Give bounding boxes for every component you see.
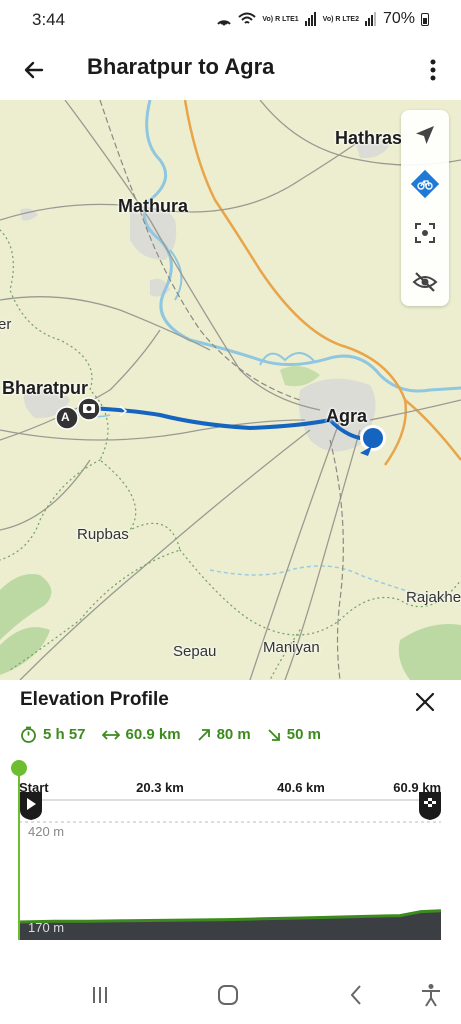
map-label-sepau: Sepau bbox=[173, 643, 217, 660]
system-back-button[interactable] bbox=[342, 982, 370, 1008]
map-label-mathura: Mathura bbox=[118, 196, 189, 216]
hide-overlay-button[interactable] bbox=[401, 257, 449, 306]
fit-route-button[interactable] bbox=[401, 208, 449, 257]
route-stats: 5 h 57 60.9 km 80 m 50 m bbox=[20, 726, 321, 743]
lte1-label: Vo) R LTE1 bbox=[262, 15, 299, 23]
status-time: 3:44 bbox=[32, 10, 66, 29]
battery-percent: 70% bbox=[382, 10, 415, 27]
accessibility-button[interactable] bbox=[417, 982, 445, 1008]
accessibility-icon bbox=[422, 984, 440, 1007]
map-label-rajakhe: Rajakhe bbox=[406, 589, 461, 606]
arrow-down-right-icon bbox=[268, 728, 280, 741]
axis-label-20km: 20.3 km bbox=[136, 780, 184, 795]
page-title: Bharatpur to Agra bbox=[87, 54, 275, 79]
start-marker-label: A bbox=[61, 410, 70, 424]
distance-arrows-icon bbox=[101, 729, 120, 740]
map-label-bharatpur: Bharatpur bbox=[2, 378, 89, 398]
start-flag-icon bbox=[20, 792, 42, 820]
route-map[interactable]: er Hathras Mathura Bharatpur Agra Rupbas… bbox=[0, 100, 461, 680]
map-type-button[interactable] bbox=[401, 159, 449, 208]
home-button[interactable] bbox=[214, 982, 242, 1008]
map-label-maniyan: Maniyan bbox=[263, 639, 320, 656]
chevron-left-icon bbox=[350, 985, 361, 1005]
back-button[interactable] bbox=[18, 54, 50, 86]
close-button[interactable] bbox=[411, 688, 439, 716]
timer-icon bbox=[21, 726, 36, 743]
map-label-er: er bbox=[0, 316, 12, 333]
signal-icon bbox=[364, 12, 376, 26]
close-icon bbox=[415, 692, 435, 712]
system-nav-bar bbox=[0, 964, 461, 1024]
elevation-title: Elevation Profile bbox=[20, 689, 169, 710]
map-label-hathras: Hathras bbox=[335, 128, 403, 148]
distance-value: 60.9 km bbox=[125, 726, 181, 743]
min-elevation-label: 170 m bbox=[28, 920, 64, 935]
ascent-stat: 80 m bbox=[197, 726, 251, 743]
status-bar: 3:44 Vo) R LTE1 Vo) R LTE2 70% bbox=[0, 0, 461, 40]
elevation-chart[interactable]: Start 20.3 km 40.6 km 60.9 km 420 m 170 … bbox=[0, 760, 461, 964]
map-controls bbox=[401, 110, 449, 306]
hotspot-icon bbox=[217, 20, 232, 26]
signal-icon bbox=[304, 12, 316, 26]
duration-value: 5 h 57 bbox=[43, 726, 86, 743]
ascent-value: 80 m bbox=[216, 726, 251, 743]
descent-stat: 50 m bbox=[267, 726, 321, 743]
distance-stat: 60.9 km bbox=[101, 726, 181, 743]
my-location-button[interactable] bbox=[401, 110, 449, 159]
bicycle-icon bbox=[411, 169, 439, 198]
status-icons: Vo) R LTE1 Vo) R LTE2 70% bbox=[216, 10, 429, 28]
recent-apps-icon bbox=[93, 987, 107, 1003]
duration-stat: 5 h 57 bbox=[20, 726, 86, 743]
navigation-arrow-icon bbox=[416, 125, 434, 144]
max-elevation-label: 420 m bbox=[28, 824, 64, 839]
map-label-agra: Agra bbox=[326, 406, 368, 426]
battery-icon bbox=[421, 12, 429, 26]
focus-frame-icon bbox=[415, 222, 435, 243]
eye-off-icon bbox=[412, 271, 438, 292]
map-label-rupbas: Rupbas bbox=[77, 526, 129, 543]
lte2-label: Vo) R LTE2 bbox=[322, 15, 359, 23]
elevation-sheet: Elevation Profile 5 h 57 60.9 km 80 m 50… bbox=[0, 680, 461, 964]
wifi-icon bbox=[238, 12, 257, 24]
arrow-back-icon bbox=[24, 61, 44, 79]
app-bar: Bharatpur to Agra bbox=[0, 40, 461, 100]
descent-value: 50 m bbox=[286, 726, 321, 743]
home-icon bbox=[218, 985, 238, 1005]
finish-flag-icon bbox=[419, 792, 441, 820]
recent-apps-button[interactable] bbox=[86, 982, 114, 1008]
arrow-up-right-icon bbox=[197, 728, 210, 741]
more-vert-icon bbox=[430, 59, 436, 81]
more-options-button[interactable] bbox=[421, 54, 445, 86]
axis-label-40km: 40.6 km bbox=[277, 780, 325, 795]
position-cursor-handle[interactable] bbox=[11, 760, 27, 776]
